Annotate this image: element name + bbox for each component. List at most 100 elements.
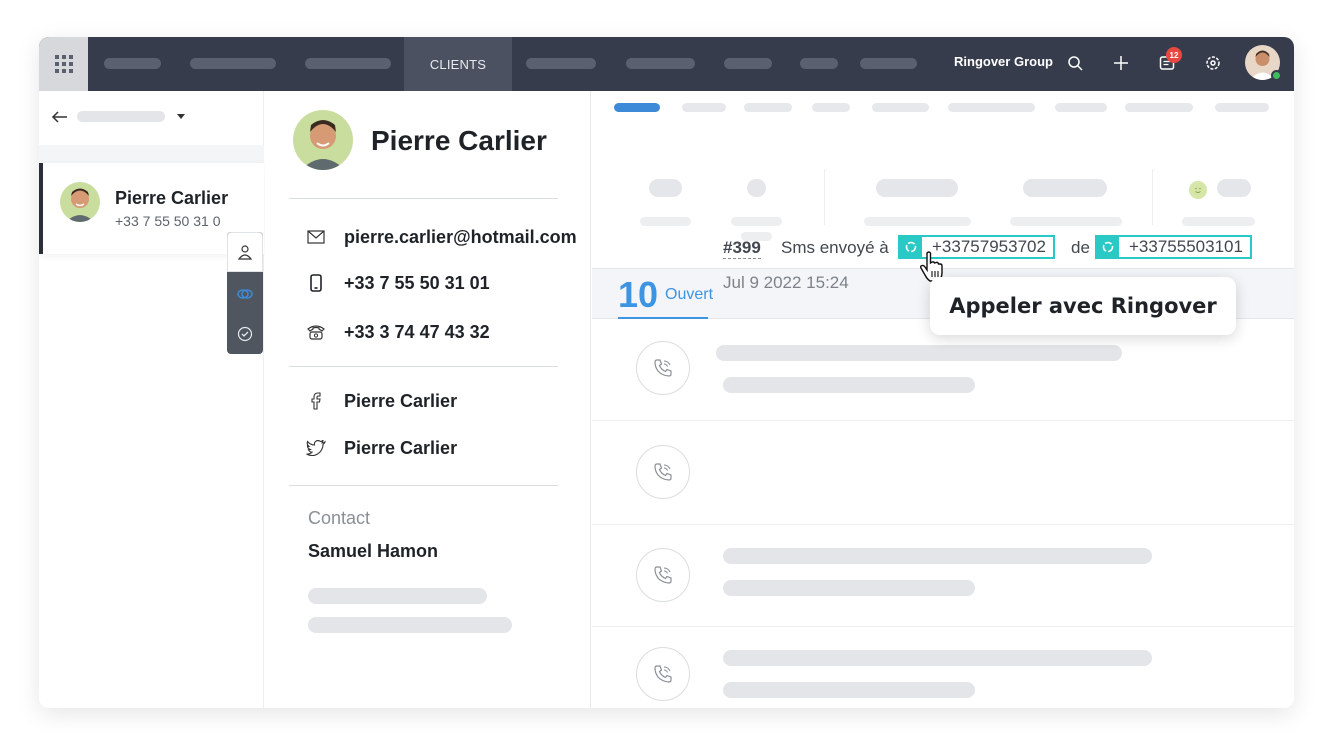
activity-panel: 10 Ouvert #399 Sms envoyé à +33757953702 [592, 91, 1294, 708]
divider [289, 198, 558, 199]
stat-placeholder [1023, 179, 1107, 197]
contact-owner-name[interactable]: Samuel Hamon [308, 541, 438, 562]
nav-item-placeholder[interactable] [305, 58, 391, 69]
list-separator [39, 145, 264, 163]
stat-label-placeholder [1182, 217, 1255, 226]
tab-placeholder[interactable] [948, 103, 1035, 112]
mobile-phone-icon [305, 272, 327, 294]
open-label: Ouvert [665, 286, 714, 303]
call-log-icon [636, 647, 690, 701]
nav-item-placeholder[interactable] [104, 58, 161, 69]
ticket-id-link[interactable]: #399 [723, 238, 761, 259]
from-label: de [1071, 238, 1090, 257]
twitter-name[interactable]: Pierre Carlier [344, 438, 457, 459]
chevron-down-icon[interactable] [177, 114, 185, 119]
back-arrow-icon[interactable] [50, 107, 70, 127]
stat-label-placeholder [731, 217, 782, 226]
search-icon[interactable] [1064, 52, 1086, 74]
call-log-icon [636, 548, 690, 602]
open-count: 10 [618, 274, 659, 315]
contacts-list-panel: Pierre Carlier +33 7 55 50 31 0 [39, 91, 264, 708]
settings-gear-icon[interactable] [1202, 52, 1224, 74]
placeholder-line [308, 617, 512, 633]
nav-tab-clients[interactable]: CLIENTS [404, 37, 512, 91]
notification-badge: 12 [1166, 47, 1182, 63]
stat-placeholder [876, 179, 958, 197]
envelope-icon [305, 226, 327, 248]
nav-item-placeholder[interactable] [724, 58, 772, 69]
placeholder-line [723, 548, 1152, 564]
contact-details-panel: Pierre Carlier pierre.carlier@hotmail.co… [265, 91, 591, 708]
placeholder-line [723, 682, 975, 698]
nav-item-placeholder[interactable] [626, 58, 695, 69]
facebook-icon [305, 390, 327, 412]
placeholder-line [723, 377, 975, 393]
contact-phone: +33 7 55 50 31 0 [115, 213, 221, 229]
facebook-name[interactable]: Pierre Carlier [344, 391, 457, 412]
call-log-icon [636, 341, 690, 395]
from-number-chip[interactable]: +33755503101 [1095, 235, 1252, 259]
contact-full-name: Pierre Carlier [371, 125, 547, 156]
app-window: CLIENTS Ringover Group 12 Pierre Carlier… [39, 37, 1294, 708]
placeholder-line [723, 650, 1152, 666]
contact-name: Pierre Carlier [115, 188, 229, 208]
integrations-icon[interactable] [227, 274, 263, 314]
nav-item-placeholder[interactable] [190, 58, 276, 69]
divider [289, 366, 558, 367]
mobile-row[interactable]: +33 7 55 50 31 01 [305, 271, 490, 295]
tab-placeholder[interactable] [1055, 103, 1107, 112]
activity-row[interactable] [592, 627, 1294, 708]
tab-placeholder[interactable] [1125, 103, 1193, 112]
tab-active[interactable] [614, 103, 660, 112]
stat-placeholder [747, 179, 766, 197]
tab-placeholder[interactable] [744, 103, 792, 112]
stat-divider [1152, 169, 1153, 225]
twitter-row[interactable]: Pierre Carlier [305, 436, 457, 460]
ticket-date: Jul 9 2022 15:24 [723, 273, 849, 292]
sms-sent-text: Sms envoyé à [781, 238, 889, 257]
tab-placeholder[interactable] [1215, 103, 1269, 112]
tab-placeholder[interactable] [812, 103, 850, 112]
placeholder-line [716, 345, 1122, 361]
nav-item-placeholder[interactable] [800, 58, 838, 69]
tab-placeholder[interactable] [682, 103, 726, 112]
call-tooltip: Appeler avec Ringover [930, 277, 1236, 335]
mobile-number[interactable]: +33 7 55 50 31 01 [344, 273, 490, 294]
company-name[interactable]: Ringover Group [954, 54, 1053, 69]
check-circle-icon[interactable] [227, 314, 263, 354]
landline-row[interactable]: +33 3 74 47 43 32 [305, 320, 490, 344]
contact-profile-icon[interactable] [227, 232, 263, 272]
stat-divider [824, 169, 825, 225]
email-row[interactable]: pierre.carlier@hotmail.com [305, 225, 577, 249]
filter-dropdown[interactable] [77, 111, 165, 122]
ringover-call-icon[interactable] [1097, 237, 1119, 257]
ticket-row[interactable] [592, 421, 1294, 525]
placeholder-line [308, 588, 487, 604]
nav-item-placeholder[interactable] [526, 58, 596, 69]
facebook-row[interactable]: Pierre Carlier [305, 389, 457, 413]
smiley-icon [1189, 181, 1207, 199]
active-tab-underline [618, 317, 708, 319]
call-log-icon [636, 445, 690, 499]
nav-item-placeholder[interactable] [860, 58, 917, 69]
twitter-bird-icon [305, 437, 327, 459]
list-header [39, 91, 264, 145]
stat-placeholder [649, 179, 682, 197]
online-status-indicator [1271, 70, 1282, 81]
contact-photo [293, 110, 353, 170]
tab-placeholder[interactable] [872, 103, 929, 112]
landline-number[interactable]: +33 3 74 47 43 32 [344, 322, 490, 343]
divider [289, 485, 558, 486]
stat-label-placeholder [640, 217, 691, 226]
email-address[interactable]: pierre.carlier@hotmail.com [344, 227, 577, 248]
activity-row[interactable] [592, 525, 1294, 627]
stat-label-placeholder [1010, 217, 1122, 226]
stat-placeholder [1217, 179, 1251, 197]
quick-actions-toolbar [227, 232, 263, 354]
activity-row[interactable] [592, 320, 1294, 421]
contact-avatar [60, 182, 100, 222]
add-icon[interactable] [1110, 52, 1132, 74]
apps-grid-icon[interactable] [39, 37, 88, 91]
from-number[interactable]: +33755503101 [1119, 237, 1250, 257]
top-navigation-bar: CLIENTS Ringover Group 12 [39, 37, 1294, 91]
